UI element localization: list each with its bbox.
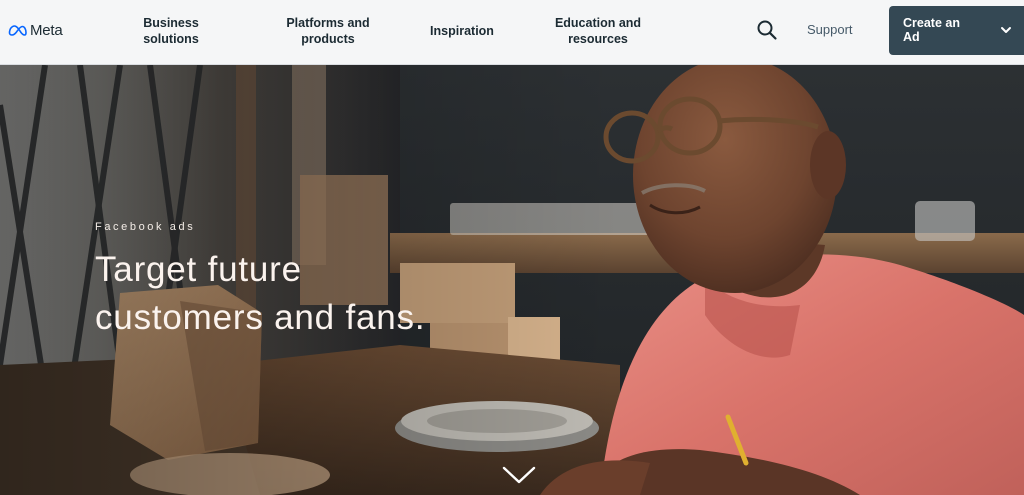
nav-label-line1: Business <box>143 16 199 30</box>
nav-platforms-and-products[interactable]: Platforms and products <box>268 0 388 62</box>
chevron-down-icon <box>502 466 536 484</box>
nav-label-line1: Inspiration <box>430 24 494 38</box>
scroll-down-button[interactable] <box>500 463 538 487</box>
nav-label-line1: Platforms and <box>286 16 370 30</box>
create-an-ad-button[interactable]: Create an Ad <box>889 6 1024 55</box>
chevron-down-icon <box>1001 27 1011 33</box>
nav-inspiration[interactable]: Inspiration <box>418 0 506 62</box>
search-icon <box>757 20 777 40</box>
nav-education-and-resources[interactable]: Education and resources <box>538 0 658 62</box>
brand-name: Meta <box>30 21 63 39</box>
nav-label-line2: solutions <box>143 32 199 46</box>
search-button[interactable] <box>756 19 778 41</box>
cta-label-line2: Ad <box>903 30 920 44</box>
nav-business-solutions[interactable]: Business solutions <box>122 0 220 62</box>
hero-headline: Target future customers and fans. <box>95 246 515 342</box>
nav-label-line1: Education and <box>554 16 642 30</box>
support-link[interactable]: Support <box>807 22 853 37</box>
hero-headline-line2: customers and fans. <box>95 298 426 337</box>
cta-label-line1: Create an <box>903 16 960 30</box>
top-navigation: Meta Business solutions Platforms and pr… <box>0 0 1024 65</box>
cta-label: Create an Ad <box>903 16 983 44</box>
meta-infinity-icon <box>8 24 27 36</box>
meta-logo-link[interactable]: Meta <box>8 20 63 40</box>
hero-headline-line1: Target future <box>95 250 302 289</box>
nav-label-line2: products <box>301 32 355 46</box>
nav-label-line2: resources <box>568 32 628 46</box>
hero-eyebrow: Facebook ads <box>95 221 196 233</box>
hero-section: Facebook ads Target future customers and… <box>0 65 1024 495</box>
